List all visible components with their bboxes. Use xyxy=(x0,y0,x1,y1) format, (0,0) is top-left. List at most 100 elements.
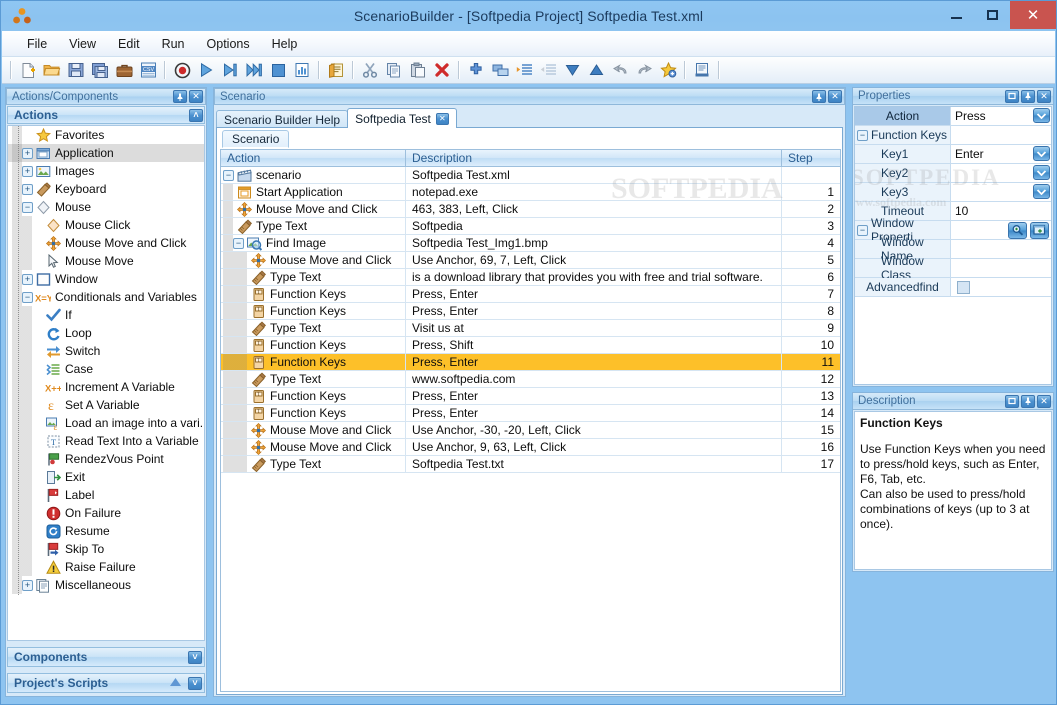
column-header-action[interactable]: Action xyxy=(221,150,406,166)
delete-icon[interactable] xyxy=(431,59,453,81)
property-row[interactable]: − Function Keys xyxy=(855,126,1051,145)
tree-item-raise-failure[interactable]: Raise Failure xyxy=(8,558,204,576)
tree-item-set-a-variable[interactable]: ɛ Set A Variable xyxy=(8,396,204,414)
properties-grid[interactable]: Action Press − Function Keys Key1 Enter Key2 Ke… xyxy=(854,106,1052,385)
step-over-icon[interactable] xyxy=(219,59,241,81)
tree-item-skip-to[interactable]: Skip To xyxy=(8,540,204,558)
collapse-icon[interactable]: − xyxy=(223,169,234,181)
tree-item-if[interactable]: If xyxy=(8,306,204,324)
copy-icon[interactable] xyxy=(383,59,405,81)
table-row[interactable]: T Function Keys Press, Enter 7 xyxy=(221,286,840,303)
new-file-icon[interactable] xyxy=(17,59,39,81)
table-row[interactable]: Type Text is a download library that prov… xyxy=(221,269,840,286)
redo-icon[interactable] xyxy=(633,59,655,81)
property-value[interactable] xyxy=(951,183,1051,201)
pin-icon[interactable] xyxy=(1021,394,1035,408)
tree-item-case[interactable]: Case xyxy=(8,360,204,378)
collapse-icon[interactable]: − xyxy=(233,237,244,249)
property-value[interactable] xyxy=(951,259,1051,277)
open-folder-icon[interactable] xyxy=(41,59,63,81)
tree-item-mouse[interactable]: − Mouse xyxy=(8,198,204,216)
table-row[interactable]: Mouse Move and Click Use Anchor, 69, 7, L… xyxy=(221,252,840,269)
minimize-button[interactable] xyxy=(938,3,974,27)
components-section-header[interactable]: Components ˅ xyxy=(7,647,205,667)
capture-window-icon[interactable] xyxy=(1030,221,1049,239)
find-window-icon[interactable] xyxy=(1008,221,1027,239)
table-row[interactable]: T Function Keys Press, Enter 8 xyxy=(221,303,840,320)
close-icon[interactable]: ✕ xyxy=(1037,89,1051,103)
chevron-down-icon[interactable] xyxy=(1033,165,1050,180)
property-row[interactable]: Window Class xyxy=(855,254,1051,282)
property-row[interactable]: Key3 xyxy=(855,183,1051,202)
maximize-button[interactable] xyxy=(974,3,1010,27)
tree-item-switch[interactable]: Switch xyxy=(8,342,204,360)
move-down-icon[interactable] xyxy=(561,59,583,81)
property-row[interactable]: Action Press xyxy=(855,107,1051,126)
table-row[interactable]: Type Text Visit us at 9 xyxy=(221,320,840,337)
tab-softpedia-test[interactable]: Softpedia Test ✕ xyxy=(347,108,457,128)
record-icon[interactable] xyxy=(171,59,193,81)
chevron-down-icon[interactable]: ˅ xyxy=(188,650,202,664)
tree-item-mouse-move[interactable]: Mouse Move xyxy=(8,252,204,270)
expand-icon[interactable]: + xyxy=(22,579,33,591)
restore-icon[interactable] xyxy=(1005,394,1019,408)
subtab-scenario[interactable]: Scenario xyxy=(222,130,290,148)
chevron-down-icon[interactable] xyxy=(1033,184,1050,199)
collapse-icon[interactable]: − xyxy=(857,224,868,236)
tree-item-conditionals-and-variables[interactable]: −X=Y Conditionals and Variables xyxy=(8,288,204,306)
table-row[interactable]: Type Text Softpedia 3 xyxy=(221,218,840,235)
tree-item-mouse-click[interactable]: Mouse Click xyxy=(8,216,204,234)
save-icon[interactable] xyxy=(65,59,87,81)
advancedfind-checkbox[interactable] xyxy=(957,280,970,294)
report-chart-icon[interactable] xyxy=(291,59,313,81)
pin-icon[interactable] xyxy=(1021,89,1035,103)
step-into-icon[interactable] xyxy=(243,59,265,81)
tree-item-resume[interactable]: Resume xyxy=(8,522,204,540)
tree-item-mouse-move-and-click[interactable]: Mouse Move and Click xyxy=(8,234,204,252)
property-row[interactable]: Key2 xyxy=(855,164,1051,183)
tab-scenario-builder-help[interactable]: Scenario Builder Help xyxy=(216,110,349,128)
property-value[interactable] xyxy=(951,164,1051,182)
tree-item-rendezvous-point[interactable]: RendezVous Point xyxy=(8,450,204,468)
table-row[interactable]: T Function Keys Press, Shift 10 xyxy=(221,337,840,354)
tree-item-read-text-into-a-variable[interactable]: T Read Text Into a Variable xyxy=(8,432,204,450)
expand-icon[interactable]: + xyxy=(22,273,33,285)
pin-icon[interactable] xyxy=(173,90,187,103)
expand-icon[interactable]: + xyxy=(22,147,33,159)
chevron-up-icon[interactable]: ˄ xyxy=(189,108,203,122)
collapse-icon[interactable]: − xyxy=(22,291,33,303)
menu-item-options[interactable]: Options xyxy=(196,34,261,54)
table-row[interactable]: Start Application notepad.exe 1 xyxy=(221,184,840,201)
indent-icon[interactable] xyxy=(513,59,535,81)
expand-icon[interactable]: + xyxy=(22,183,33,195)
cut-icon[interactable] xyxy=(359,59,381,81)
close-icon[interactable]: ✕ xyxy=(1037,394,1051,408)
table-row[interactable]: − Find Image Softpedia Test_Img1.bmp 4 xyxy=(221,235,840,252)
table-row[interactable]: T Function Keys Press, Enter 13 xyxy=(221,388,840,405)
chevron-down-icon[interactable]: ˅ xyxy=(188,676,202,690)
table-row[interactable]: Mouse Move and Click Use Anchor, 9, 63, L… xyxy=(221,439,840,456)
tree-item-application[interactable]: + Application xyxy=(8,144,204,162)
play-icon[interactable] xyxy=(195,59,217,81)
tree-item-label[interactable]: Label xyxy=(8,486,204,504)
scroll-up-arrow-icon[interactable] xyxy=(169,676,182,690)
tree-item-exit[interactable]: Exit xyxy=(8,468,204,486)
tree-item-keyboard[interactable]: + Keyboard xyxy=(8,180,204,198)
collapse-icon[interactable]: − xyxy=(857,129,868,141)
property-value[interactable]: Press xyxy=(951,107,1051,125)
paste-icon[interactable] xyxy=(407,59,429,81)
property-value[interactable] xyxy=(951,221,1051,239)
favorite-star-icon[interactable] xyxy=(657,59,679,81)
property-row[interactable]: Advancedfind xyxy=(855,278,1051,297)
menu-item-view[interactable]: View xyxy=(58,34,107,54)
expand-icon[interactable]: + xyxy=(22,165,33,177)
table-row[interactable]: T Function Keys Press, Enter 11 xyxy=(221,354,840,371)
menu-item-run[interactable]: Run xyxy=(151,34,196,54)
table-row[interactable]: Type Text www.softpedia.com 12 xyxy=(221,371,840,388)
close-button[interactable]: ✕ xyxy=(1010,1,1056,29)
menu-item-help[interactable]: Help xyxy=(261,34,309,54)
column-header-description[interactable]: Description xyxy=(406,150,782,166)
outdent-icon[interactable] xyxy=(537,59,559,81)
tree-item-load-an-image-into-a-vari[interactable]: ɛ Load an image into a vari... xyxy=(8,414,204,432)
project-scripts-section-header[interactable]: Project's Scripts ˅ xyxy=(7,673,205,693)
